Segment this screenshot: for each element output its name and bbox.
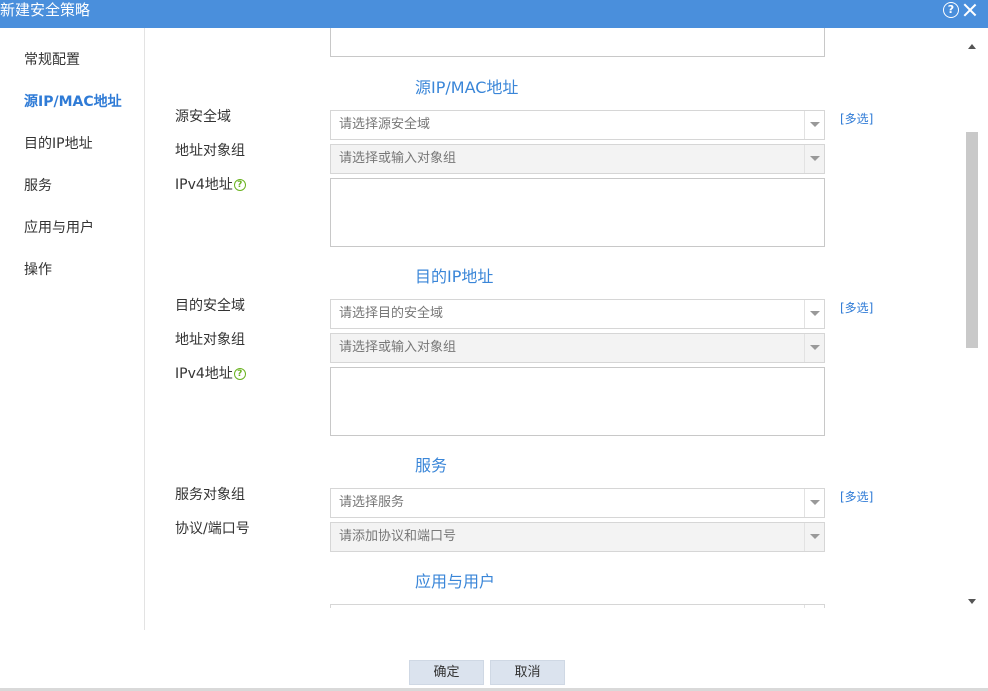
sidebar-item-destination-ip[interactable]: 目的IP地址 (24, 134, 93, 154)
service-group-label: 服务对象组 (175, 487, 245, 503)
scroll-up-arrow-icon[interactable] (968, 44, 976, 49)
help-circle-icon[interactable]: ? (233, 368, 246, 380)
source-zone-multi-link[interactable]: [多选] (840, 111, 873, 127)
chevron-down-icon[interactable] (810, 156, 820, 161)
protocol-port-placeholder: 请添加协议和端口号 (339, 529, 457, 544)
chevron-down-icon[interactable] (810, 345, 820, 350)
section-title-destination: 目的IP地址 (415, 267, 494, 286)
dest-zone-placeholder: 请选择目的安全域 (339, 306, 444, 321)
section-title-app-user: 应用与用户 (415, 572, 496, 591)
source-addr-group-placeholder: 请选择或输入对象组 (339, 151, 457, 166)
scroll-thumb[interactable] (966, 132, 978, 348)
section-title-source: 源IP/MAC地址 (415, 78, 519, 97)
form-content: 源IP/MAC地址 源安全域 请选择源安全域 [多选] 地址对象组 请选择或输入… (146, 28, 964, 608)
source-zone-label: 源安全域 (175, 109, 231, 125)
dest-zone-select[interactable]: 请选择目的安全域 (330, 299, 825, 329)
sidebar-item-service[interactable]: 服务 (24, 176, 52, 196)
dest-zone-multi-link[interactable]: [多选] (840, 300, 873, 316)
dest-ipv4-textarea[interactable] (330, 367, 825, 436)
help-icon[interactable]: ? (943, 2, 959, 18)
chevron-down-icon[interactable] (810, 311, 820, 316)
protocol-port-label: 协议/端口号 (175, 521, 250, 537)
source-ipv4-textarea[interactable] (330, 178, 825, 247)
dest-addr-group-select[interactable]: 请选择或输入对象组 (330, 333, 825, 363)
source-ipv4-label-text: IPv4地址 (175, 177, 233, 193)
source-addr-group-select[interactable]: 请选择或输入对象组 (330, 144, 825, 174)
protocol-port-select[interactable]: 请添加协议和端口号 (330, 522, 825, 552)
scroll-down-arrow-icon[interactable] (968, 599, 976, 604)
source-ipv4-label: IPv4地址? (175, 175, 246, 195)
help-circle-icon[interactable]: ? (233, 179, 246, 191)
section-title-service: 服务 (415, 456, 448, 475)
dialog-title: 新建安全策略 (0, 1, 91, 19)
title-bar: 新建安全策略 ? (0, 0, 988, 28)
dest-zone-label: 目的安全域 (175, 298, 245, 314)
dest-addr-group-placeholder: 请选择或输入对象组 (339, 340, 457, 355)
app-select[interactable] (330, 604, 825, 608)
chevron-down-icon[interactable] (810, 122, 820, 127)
service-multi-link[interactable]: [多选] (840, 489, 873, 505)
sidebar-item-app-user[interactable]: 应用与用户 (24, 218, 94, 238)
close-icon[interactable] (962, 2, 978, 18)
source-zone-placeholder: 请选择源安全域 (339, 117, 431, 132)
sidebar-item-source-ip-mac[interactable]: 源IP/MAC地址 (24, 92, 122, 112)
service-group-placeholder: 请选择服务 (339, 495, 405, 510)
dest-addr-group-label: 地址对象组 (175, 332, 245, 348)
description-textarea[interactable] (330, 28, 825, 57)
sidebar-item-general[interactable]: 常规配置 (24, 50, 80, 70)
vertical-scrollbar[interactable] (964, 40, 980, 608)
ok-button[interactable]: 确定 (409, 660, 484, 685)
dest-ipv4-label-text: IPv4地址 (175, 366, 233, 382)
service-group-select[interactable]: 请选择服务 (330, 488, 825, 518)
chevron-down-icon[interactable] (810, 500, 820, 505)
dest-ipv4-label: IPv4地址? (175, 364, 246, 384)
chevron-down-icon[interactable] (810, 534, 820, 539)
sidebar-item-action[interactable]: 操作 (24, 260, 52, 280)
new-security-policy-dialog: 新建安全策略 ? 常规配置 源IP/MAC地址 目的IP地址 服务 应用与用户 … (0, 0, 988, 691)
source-addr-group-label: 地址对象组 (175, 143, 245, 159)
cancel-button[interactable]: 取消 (490, 660, 565, 685)
source-zone-select[interactable]: 请选择源安全域 (330, 110, 825, 140)
sidebar-nav: 常规配置 源IP/MAC地址 目的IP地址 服务 应用与用户 操作 (0, 28, 145, 630)
